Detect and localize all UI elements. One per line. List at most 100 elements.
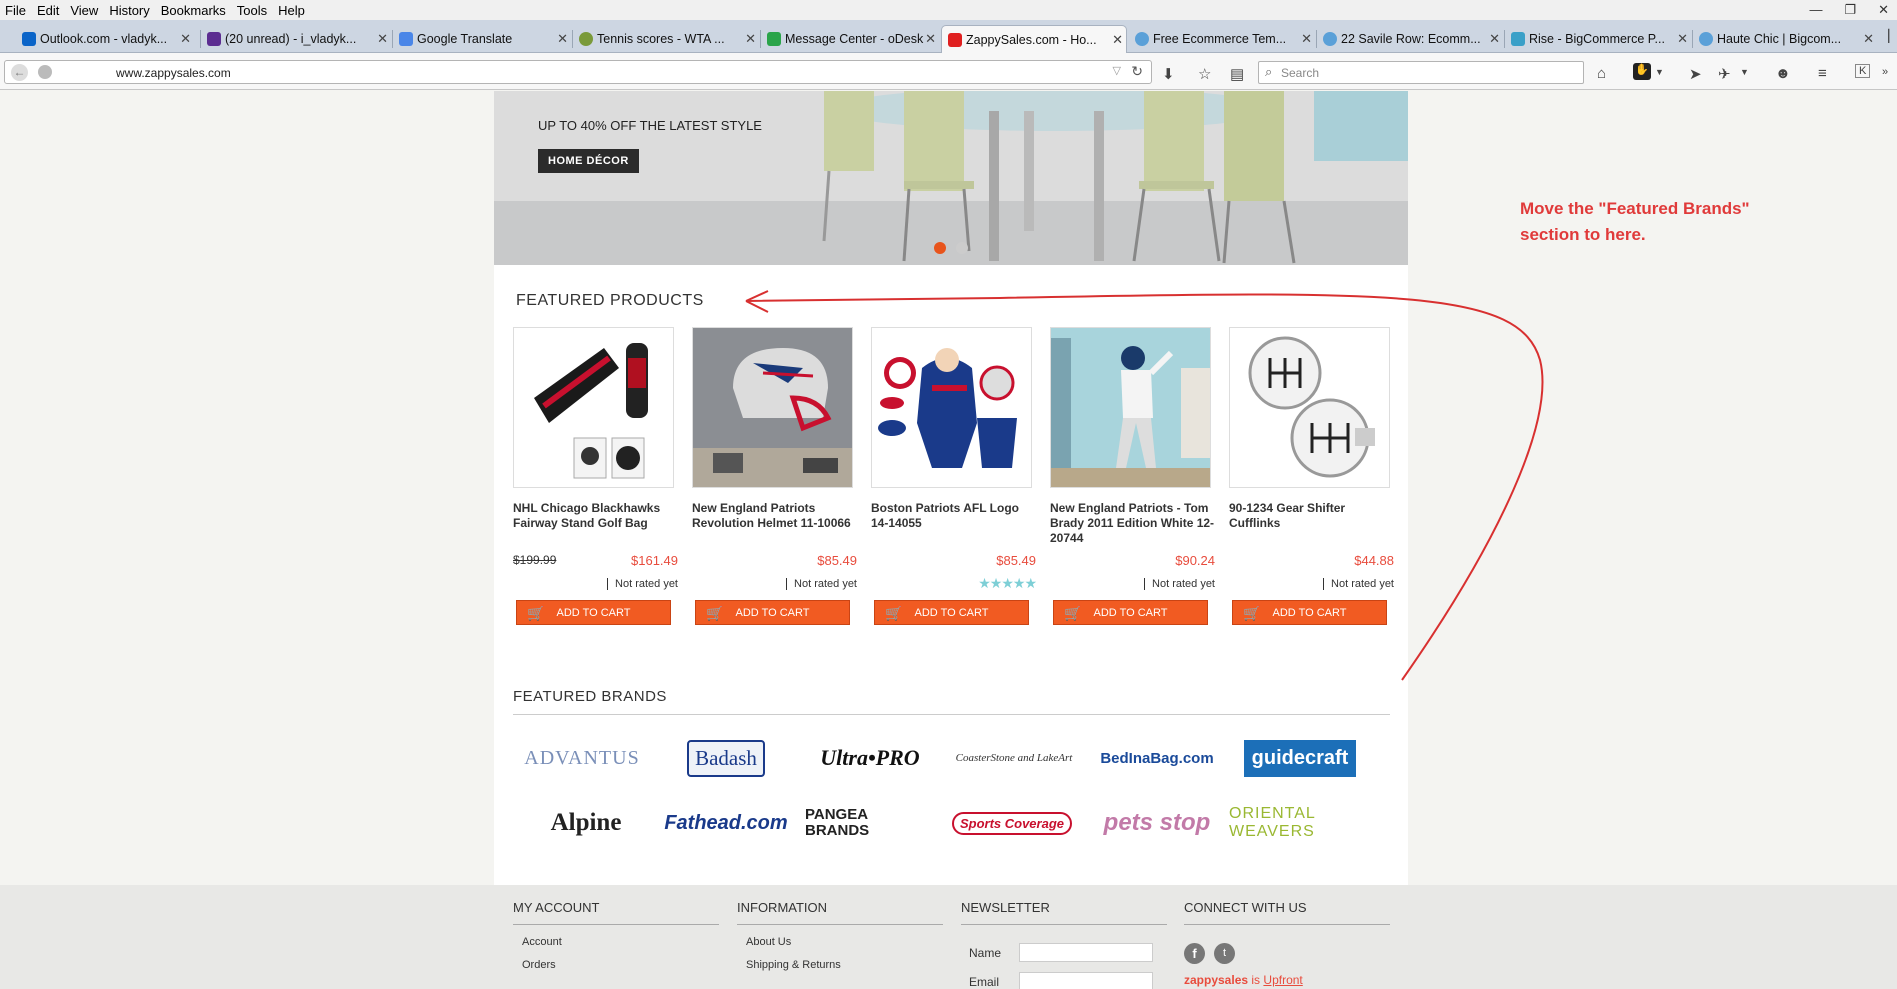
home-decor-button[interactable]: HOME DÉCOR <box>538 149 639 173</box>
product-card[interactable]: Boston Patriots AFL Logo 14-14055 $85.49… <box>871 327 1037 625</box>
chat-icon[interactable]: ☻ <box>1775 65 1791 82</box>
footer-link-about[interactable]: About Us <box>737 936 943 948</box>
tab-rise[interactable]: Rise - BigCommerce P... ✕ <box>1505 25 1691 53</box>
restore-icon[interactable]: ❐ <box>1844 2 1856 18</box>
brand-ultra-pro[interactable]: Ultra•PRO <box>805 733 935 783</box>
tab-savile-row[interactable]: 22 Savile Row: Ecomm... ✕ <box>1317 25 1503 53</box>
product-card[interactable]: New England Patriots Revolution Helmet 1… <box>692 327 857 625</box>
send-icon[interactable]: ➤ <box>1689 65 1702 83</box>
product-card[interactable]: NHL Chicago Blackhawks Fairway Stand Gol… <box>513 327 678 625</box>
url-bar[interactable]: ← www.zappysales.com ▽ ↻ <box>4 60 1152 84</box>
menu-file[interactable]: File <box>5 3 26 18</box>
brand-alpine[interactable]: Alpine <box>521 798 651 848</box>
url-text[interactable]: www.zappysales.com <box>116 66 231 80</box>
product-name[interactable]: New England Patriots Revolution Helmet 1… <box>692 501 857 531</box>
brand-pangea[interactable]: PANGEA BRANDS <box>805 798 935 848</box>
menu-history[interactable]: History <box>109 3 149 18</box>
slide-dot[interactable] <box>956 242 968 254</box>
upfront-link[interactable]: Upfront <box>1263 973 1302 987</box>
window-controls: — ❐ ✕ <box>1809 2 1889 18</box>
search-input[interactable]: ⌕ Search <box>1258 61 1584 84</box>
addon-icon[interactable]: ✋ <box>1633 63 1651 80</box>
product-image[interactable] <box>692 327 853 488</box>
menu-hamburger-icon[interactable]: ≡ <box>1818 65 1827 82</box>
tab-tennis[interactable]: Tennis scores - WTA ... ✕ <box>573 25 759 53</box>
product-name[interactable]: NHL Chicago Blackhawks Fairway Stand Gol… <box>513 501 678 531</box>
close-tab-icon[interactable]: ✕ <box>925 31 936 47</box>
close-tab-icon[interactable]: ✕ <box>180 31 191 47</box>
menu-edit[interactable]: Edit <box>37 3 59 18</box>
close-tab-icon[interactable]: ✕ <box>557 31 568 47</box>
product-image[interactable] <box>1229 327 1390 488</box>
close-tab-icon[interactable]: ✕ <box>1489 31 1500 47</box>
add-to-cart-button[interactable]: 🛒 ADD TO CART <box>1232 600 1387 625</box>
tab-zappysales[interactable]: ZappySales.com - Ho... ✕ <box>941 25 1127 53</box>
close-window-icon[interactable]: ✕ <box>1878 2 1889 18</box>
product-card[interactable]: 90-1234 Gear Shifter Cufflinks $44.88 No… <box>1229 327 1394 625</box>
more-tools-icon[interactable]: » <box>1882 66 1888 78</box>
brand-bedinabag[interactable]: BedInaBag.com <box>1092 733 1222 783</box>
menu-tools[interactable]: Tools <box>237 3 267 18</box>
brand-advantus[interactable]: ADVANTUS <box>517 733 647 783</box>
close-tab-icon[interactable]: ✕ <box>1863 31 1874 47</box>
reload-icon[interactable]: ↻ <box>1131 63 1143 80</box>
add-to-cart-label: ADD TO CART <box>914 606 989 619</box>
site-identity-icon[interactable] <box>38 65 52 79</box>
product-name[interactable]: Boston Patriots AFL Logo 14-14055 <box>871 501 1036 531</box>
slide-dot-active[interactable] <box>934 242 946 254</box>
home-icon[interactable]: ⌂ <box>1597 65 1606 82</box>
close-tab-icon[interactable]: ✕ <box>745 31 756 47</box>
tab-google-translate[interactable]: Google Translate ✕ <box>393 25 571 53</box>
brand-sports-coverage[interactable]: Sports Coverage <box>947 798 1077 848</box>
add-to-cart-button[interactable]: 🛒 ADD TO CART <box>874 600 1029 625</box>
chevron-down-icon[interactable]: ▼ <box>1740 67 1749 77</box>
tab-scroll-right-icon[interactable]: ▕ <box>1880 29 1889 43</box>
footer-link-shipping[interactable]: Shipping & Returns <box>737 959 943 971</box>
twitter-icon[interactable]: t <box>1214 943 1235 964</box>
product-image[interactable] <box>1050 327 1211 488</box>
menu-view[interactable]: View <box>70 3 98 18</box>
brand-oriental-weavers[interactable]: ORIENTAL WEAVERS <box>1229 798 1371 848</box>
newsletter-email-input[interactable] <box>1019 972 1153 989</box>
product-image[interactable] <box>513 327 674 488</box>
extension-k-icon[interactable]: K <box>1855 64 1871 78</box>
facebook-icon[interactable]: f <box>1184 943 1205 964</box>
newsletter-name-input[interactable] <box>1019 943 1153 962</box>
chevron-down-icon[interactable]: ▼ <box>1655 67 1664 77</box>
close-tab-icon[interactable]: ✕ <box>1677 31 1688 47</box>
close-tab-icon[interactable]: ✕ <box>1301 31 1312 47</box>
tab-odesk[interactable]: Message Center - oDesk ✕ <box>761 25 939 53</box>
back-icon[interactable]: ← <box>11 64 28 81</box>
tab-haute-chic[interactable]: Haute Chic | Bigcom... ✕ <box>1693 25 1877 53</box>
menu-bookmarks[interactable]: Bookmarks <box>161 3 226 18</box>
footer-heading: NEWSLETTER <box>961 900 1167 925</box>
reading-list-icon[interactable]: ▤ <box>1230 65 1244 83</box>
bookmark-star-icon[interactable]: ☆ <box>1198 65 1211 83</box>
footer-link-orders[interactable]: Orders <box>513 959 719 971</box>
product-name[interactable]: New England Patriots - Tom Brady 2011 Ed… <box>1050 501 1215 546</box>
add-to-cart-button[interactable]: 🛒 ADD TO CART <box>1053 600 1208 625</box>
close-tab-icon[interactable]: ✕ <box>377 31 388 47</box>
brand-coasterstone-lakeart[interactable]: CoasterStone and LakeArt <box>947 733 1081 783</box>
footer-link-account[interactable]: Account <box>513 936 719 948</box>
product-image[interactable] <box>871 327 1032 488</box>
product-card[interactable]: New England Patriots - Tom Brady 2011 Ed… <box>1050 327 1215 625</box>
hero-banner[interactable]: UP TO 40% OFF THE LATEST STYLE HOME DÉCO… <box>494 91 1408 265</box>
brand-pets-stop[interactable]: pets stop <box>1092 798 1222 848</box>
add-to-cart-button[interactable]: 🛒 ADD TO CART <box>695 600 850 625</box>
tab-free-ecommerce[interactable]: Free Ecommerce Tem... ✕ <box>1129 25 1315 53</box>
tab-mail[interactable]: (20 unread) - i_vladyk... ✕ <box>201 25 391 53</box>
close-tab-icon[interactable]: ✕ <box>1112 32 1123 48</box>
brand-fathead[interactable]: Fathead.com <box>661 798 791 848</box>
brand-badash[interactable]: Badash <box>661 733 791 783</box>
upfront-credit: zappysales is Upfront <box>1184 973 1303 987</box>
dropdown-icon[interactable]: ▽ <box>1113 64 1121 77</box>
product-name[interactable]: 90-1234 Gear Shifter Cufflinks <box>1229 501 1394 531</box>
share-icon[interactable]: ✈ <box>1718 65 1731 83</box>
menu-help[interactable]: Help <box>278 3 305 18</box>
brand-guidecraft[interactable]: guidecraft <box>1229 733 1371 783</box>
tab-outlook[interactable]: Outlook.com - vladyk... ✕ <box>16 25 194 53</box>
add-to-cart-button[interactable]: 🛒 ADD TO CART <box>516 600 671 625</box>
download-icon[interactable]: ⬇ <box>1162 65 1175 83</box>
minimize-icon[interactable]: — <box>1809 2 1822 18</box>
